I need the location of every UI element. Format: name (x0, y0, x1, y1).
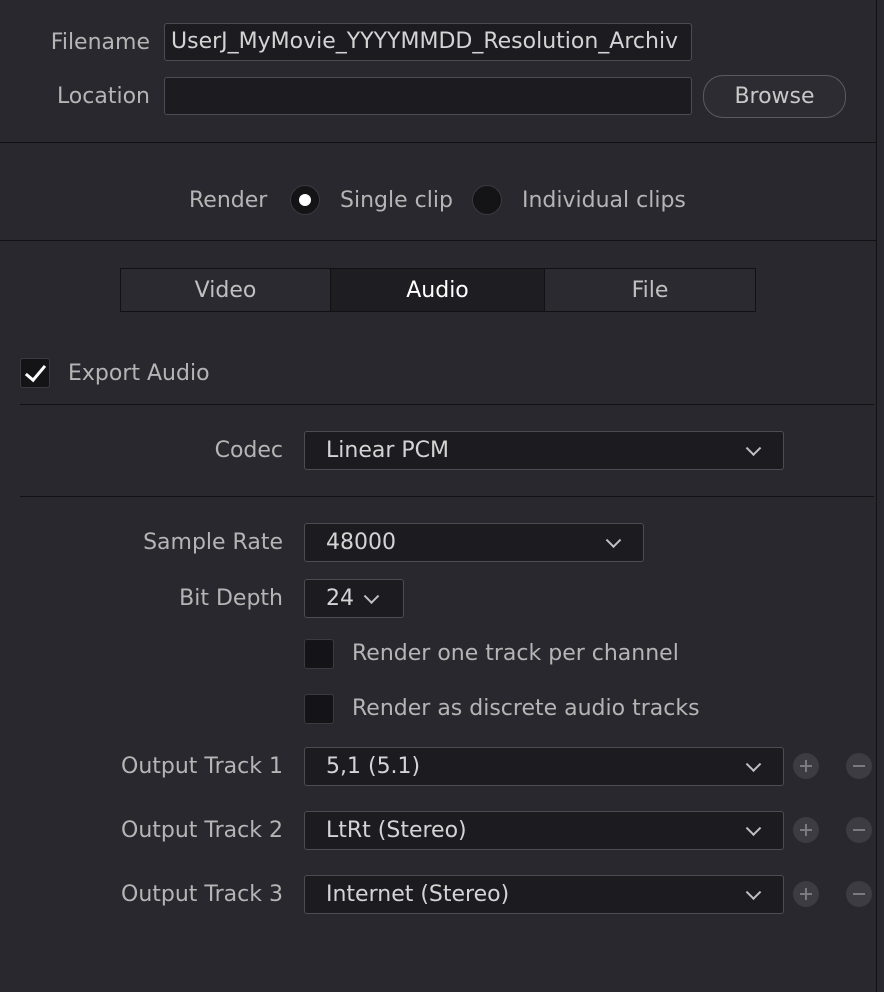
bit-depth-value: 24 (326, 586, 354, 611)
divider (0, 142, 876, 143)
discrete-audio-tracks-checkbox[interactable] (304, 694, 334, 724)
sample-rate-value: 48000 (326, 530, 396, 555)
tab-file[interactable]: File (545, 269, 755, 311)
location-label: Location (56, 84, 150, 109)
tab-video[interactable]: Video (121, 269, 331, 311)
chevron-down-icon (363, 587, 380, 604)
chevron-down-icon (745, 439, 762, 456)
one-track-per-channel-checkbox[interactable] (304, 639, 334, 669)
output-track-2-value: LtRt (Stereo) (326, 818, 467, 843)
export-audio-checkbox[interactable] (20, 358, 50, 388)
divider (20, 404, 874, 405)
single-clip-label[interactable]: Single clip (340, 190, 453, 212)
one-track-per-channel-label: Render one track per channel (352, 641, 679, 666)
chevron-down-icon (745, 883, 762, 900)
add-track-button[interactable] (793, 817, 819, 843)
output-track-3-label: Output Track 3 (121, 882, 283, 907)
minus-icon (853, 829, 865, 831)
render-label: Render (189, 188, 268, 213)
discrete-audio-tracks-label: Render as discrete audio tracks (352, 696, 700, 721)
individual-clips-radio[interactable] (472, 185, 502, 215)
bit-depth-label: Bit Depth (179, 586, 283, 611)
location-input[interactable] (164, 77, 692, 115)
single-clip-radio[interactable] (290, 185, 320, 215)
minus-icon (853, 765, 865, 767)
divider (20, 496, 874, 497)
output-track-2-select[interactable]: LtRt (Stereo) (304, 811, 784, 850)
browse-button[interactable]: Browse (703, 75, 846, 118)
output-track-1-value: 5,1 (5.1) (326, 754, 421, 779)
output-track-3-select[interactable]: Internet (Stereo) (304, 875, 784, 914)
add-track-button[interactable] (793, 881, 819, 907)
divider (0, 240, 876, 241)
remove-track-button[interactable] (846, 881, 872, 907)
minus-icon (853, 893, 865, 895)
export-audio-label: Export Audio (68, 361, 210, 386)
codec-select[interactable]: Linear PCM (304, 431, 784, 470)
bit-depth-select[interactable]: 24 (304, 579, 404, 618)
filename-label: Filename (50, 30, 150, 55)
output-track-1-label: Output Track 1 (121, 754, 283, 779)
panel-edge (876, 0, 877, 992)
filename-input[interactable]: UserJ_MyMovie_YYYYMMDD_Resolution_Archiv (164, 23, 692, 61)
sample-rate-label: Sample Rate (143, 530, 283, 555)
sample-rate-select[interactable]: 48000 (304, 523, 644, 562)
output-track-2-label: Output Track 2 (121, 818, 283, 843)
remove-track-button[interactable] (846, 817, 872, 843)
codec-label: Codec (214, 438, 283, 463)
remove-track-button[interactable] (846, 753, 872, 779)
tab-audio[interactable]: Audio (331, 269, 545, 311)
chevron-down-icon (605, 531, 622, 548)
individual-clips-label[interactable]: Individual clips (522, 190, 686, 212)
chevron-down-icon (745, 755, 762, 772)
output-track-3-value: Internet (Stereo) (326, 882, 510, 907)
chevron-down-icon (745, 819, 762, 836)
codec-value: Linear PCM (326, 438, 449, 463)
output-track-1-select[interactable]: 5,1 (5.1) (304, 747, 784, 786)
settings-tabs: Video Audio File (120, 268, 756, 312)
add-track-button[interactable] (793, 753, 819, 779)
